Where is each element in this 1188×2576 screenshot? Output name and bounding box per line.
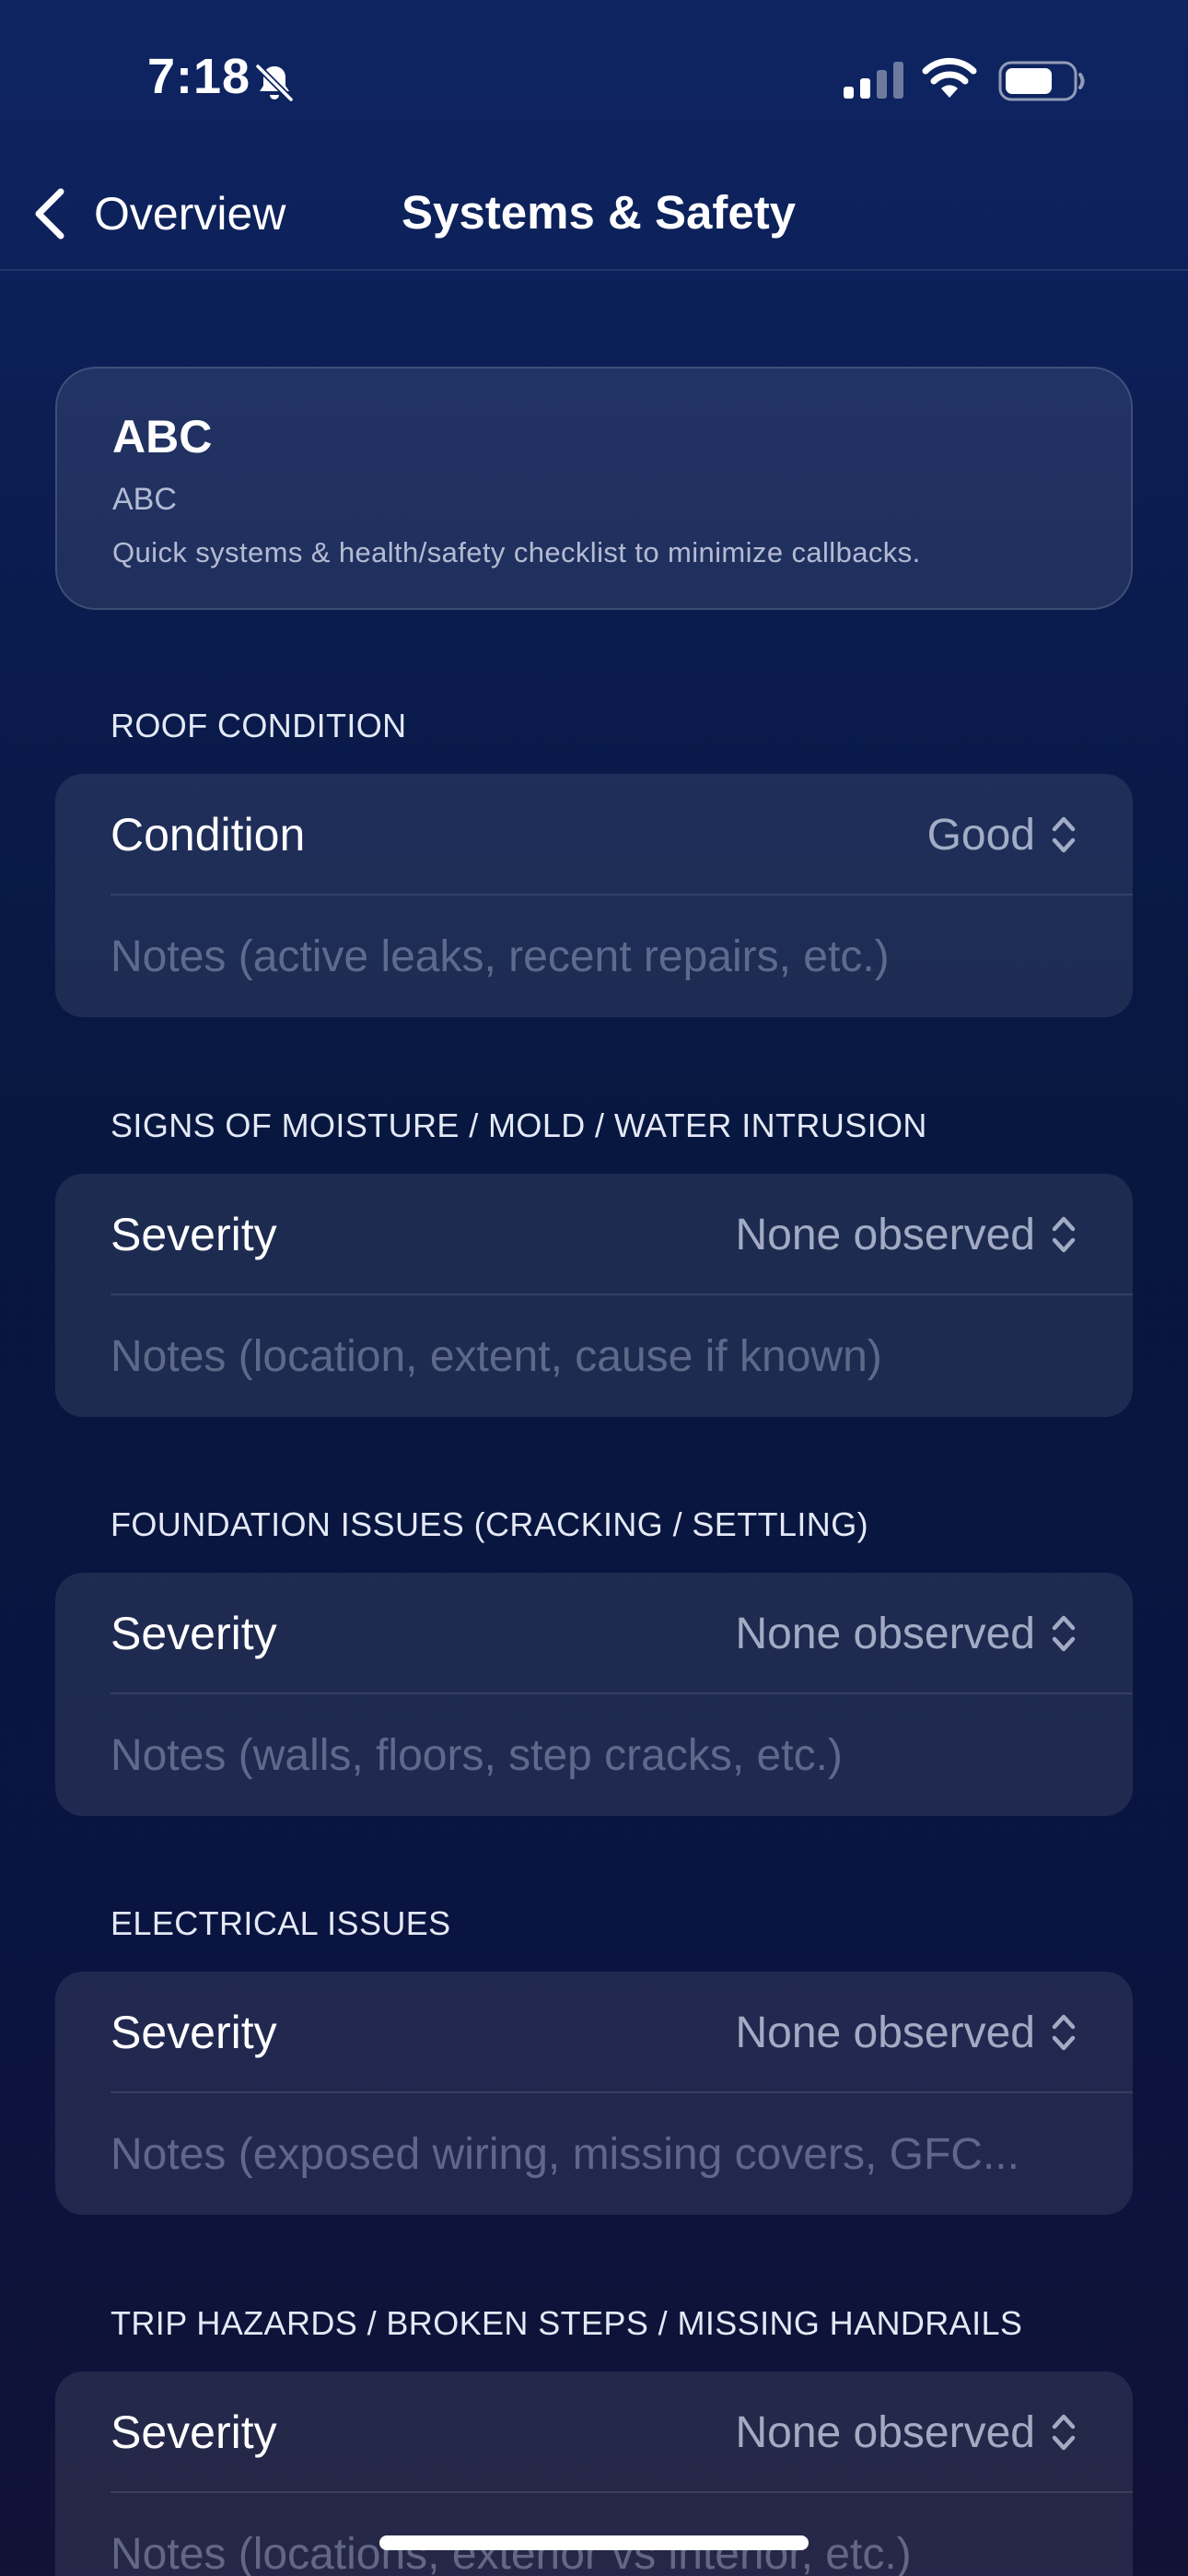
- chevron-left-icon: [35, 188, 64, 240]
- section-card: Severity None observed: [55, 1573, 1133, 1816]
- summary-card: ABC ABC Quick systems & health/safety ch…: [55, 367, 1133, 610]
- section-moisture-mold: SIGNS OF MOISTURE / MOLD / WATER INTRUSI…: [55, 1106, 1133, 1417]
- severity-picker[interactable]: Severity None observed: [55, 2371, 1133, 2493]
- summary-description: Quick systems & health/safety checklist …: [112, 536, 921, 568]
- notes-input[interactable]: [55, 2493, 1133, 2576]
- back-label: Overview: [94, 188, 286, 240]
- section-roof-condition: ROOF CONDITION Condition Good: [55, 706, 1133, 1017]
- summary-title: ABC: [112, 411, 213, 463]
- picker-value: None observed: [735, 1609, 1035, 1658]
- wifi-icon: [922, 57, 977, 98]
- notes-input[interactable]: [55, 1694, 1133, 1816]
- navigation-bar: Overview Systems & Safety: [0, 157, 1188, 271]
- section-card: Severity None observed: [55, 1174, 1133, 1417]
- picker-label: Severity: [111, 1209, 277, 1260]
- notes-input[interactable]: [55, 896, 1133, 1017]
- section-header: FOUNDATION ISSUES (CRACKING / SETTLING): [111, 1505, 868, 1543]
- severity-picker[interactable]: Severity None observed: [55, 1573, 1133, 1694]
- section-header: SIGNS OF MOISTURE / MOLD / WATER INTRUSI…: [111, 1107, 927, 1144]
- chevron-up-down-icon: [1052, 816, 1076, 853]
- section-card: Severity None observed: [55, 1972, 1133, 2215]
- picker-value: None observed: [735, 2407, 1035, 2457]
- section-header: ELECTRICAL ISSUES: [111, 1904, 451, 1942]
- section-header: TRIP HAZARDS / BROKEN STEPS / MISSING HA…: [111, 2304, 1023, 2342]
- picker-label: Severity: [111, 2406, 277, 2458]
- severity-picker[interactable]: Severity None observed: [55, 1174, 1133, 1295]
- chevron-up-down-icon: [1052, 2014, 1076, 2051]
- picker-value: None observed: [735, 1210, 1035, 1259]
- notes-input[interactable]: [55, 1295, 1133, 1417]
- section-card: Condition Good: [55, 774, 1133, 1017]
- cellular-signal-icon: [844, 62, 903, 99]
- picker-label: Severity: [111, 1608, 277, 1659]
- home-indicator[interactable]: [379, 2535, 809, 2550]
- picker-label: Severity: [111, 2007, 277, 2058]
- page-title: Systems & Safety: [402, 186, 797, 239]
- summary-subtitle: ABC: [112, 482, 177, 517]
- section-foundation-issues: FOUNDATION ISSUES (CRACKING / SETTLING) …: [55, 1505, 1133, 1816]
- section-header: ROOF CONDITION: [111, 707, 407, 744]
- back-button[interactable]: Overview: [31, 177, 285, 251]
- chevron-up-down-icon: [1052, 1615, 1076, 1652]
- severity-picker[interactable]: Severity None observed: [55, 1972, 1133, 2093]
- picker-value: None observed: [735, 2008, 1035, 2057]
- chevron-up-down-icon: [1052, 2414, 1076, 2451]
- chevron-up-down-icon: [1052, 1216, 1076, 1253]
- status-time: 7:18: [147, 49, 251, 104]
- status-bar: 7:18: [0, 0, 1188, 157]
- picker-label: Condition: [111, 809, 306, 861]
- condition-picker[interactable]: Condition Good: [55, 774, 1133, 896]
- notes-input[interactable]: [55, 2093, 1133, 2215]
- picker-value: Good: [926, 810, 1035, 860]
- section-electrical-issues: ELECTRICAL ISSUES Severity None observed: [55, 1903, 1133, 2215]
- bell-slash-icon: [255, 64, 294, 102]
- battery-icon: [998, 61, 1085, 101]
